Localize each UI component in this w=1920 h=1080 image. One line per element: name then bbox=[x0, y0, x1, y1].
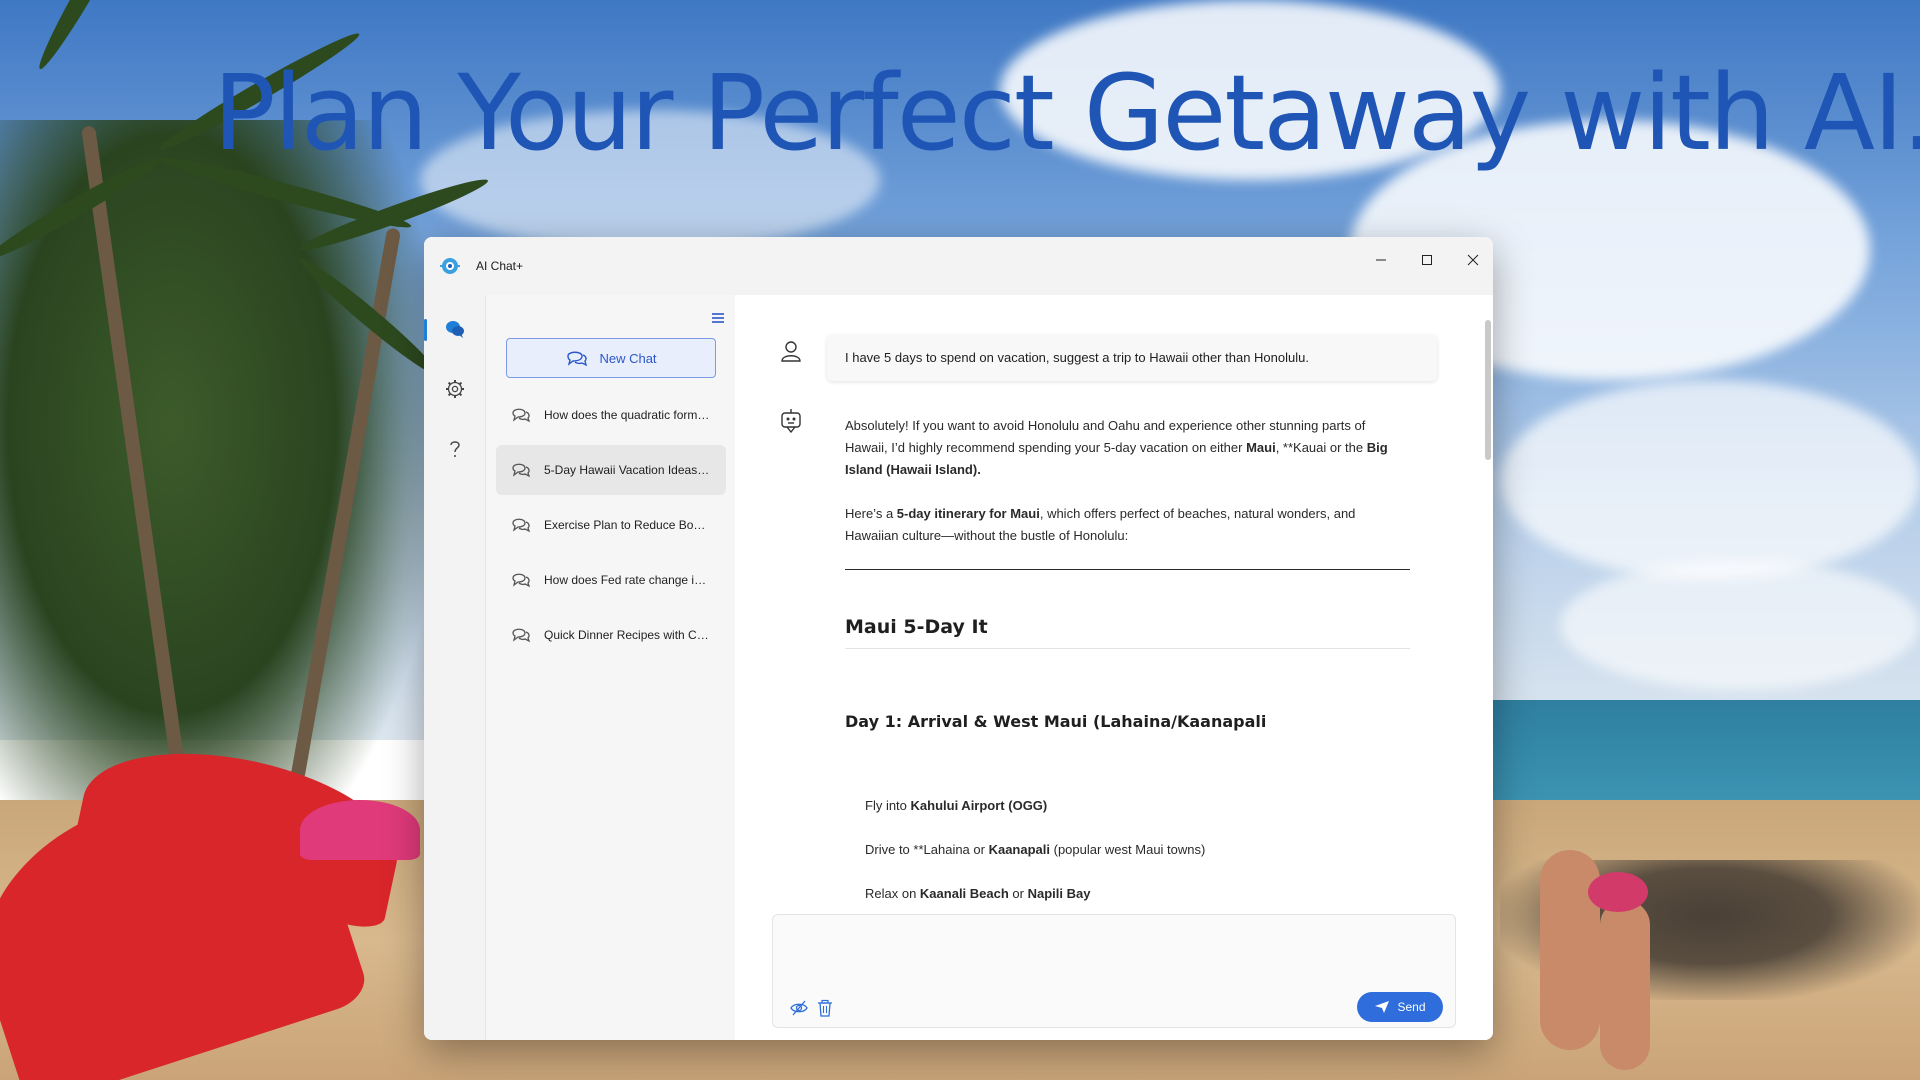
chat-icon bbox=[512, 463, 531, 478]
chat-list-item[interactable]: How does the quadratic formula work? bbox=[496, 390, 726, 440]
scrollbar-thumb[interactable] bbox=[1485, 320, 1491, 460]
user-avatar-icon bbox=[781, 341, 801, 362]
new-chat-icon bbox=[567, 351, 588, 367]
window-title: AI Chat+ bbox=[476, 259, 524, 273]
bot-paragraph: Here’s a 5-day itinerary for Maui, which… bbox=[845, 506, 1356, 543]
chat-title: Exercise Plan to Reduce Body Fat bbox=[544, 518, 712, 532]
close-icon bbox=[1467, 254, 1479, 266]
menu-icon[interactable] bbox=[709, 309, 727, 327]
chat-icon bbox=[512, 408, 531, 423]
list-item: Drive to **Lahaina or Kaanapali (popular… bbox=[865, 842, 1206, 857]
send-icon bbox=[1375, 1001, 1390, 1013]
chat-title: How does Fed rate change impact markets? bbox=[544, 573, 712, 587]
new-chat-button[interactable]: New Chat bbox=[506, 338, 716, 378]
chat-title: How does the quadratic formula work? bbox=[544, 408, 712, 422]
maximize-icon bbox=[1422, 255, 1432, 265]
minimize-icon bbox=[1376, 259, 1386, 261]
chat-bubbles-icon bbox=[445, 321, 464, 338]
send-label: Send bbox=[1397, 1000, 1426, 1014]
chat-list-item[interactable]: Exercise Plan to Reduce Body Fat bbox=[496, 500, 726, 550]
help-icon bbox=[449, 441, 460, 457]
rail-item-chats[interactable] bbox=[424, 307, 485, 351]
chat-icon bbox=[512, 628, 531, 643]
user-message: I have 5 days to spend on vacation, sugg… bbox=[827, 335, 1437, 381]
minimize-button[interactable] bbox=[1359, 245, 1403, 275]
rail-item-help[interactable] bbox=[424, 427, 485, 471]
message-input[interactable] bbox=[773, 915, 1455, 985]
chat-title: 5-Day Hawaii Vacation Ideas (Not Honolul… bbox=[544, 463, 712, 477]
new-chat-label: New Chat bbox=[599, 350, 657, 366]
chat-icon bbox=[512, 573, 531, 588]
message-composer: Send bbox=[772, 914, 1456, 1028]
chat-icon bbox=[512, 518, 531, 533]
list-item: Fly into Kahului Airport (OGG) bbox=[865, 798, 1048, 813]
trash-icon[interactable] bbox=[816, 999, 834, 1017]
bot-paragraph: Absolutely! If you want to avoid Honolul… bbox=[845, 418, 1388, 477]
day-heading: Day 1: Arrival & West Maui (Lahaina/Kaan… bbox=[845, 712, 1267, 731]
app-logo-icon bbox=[440, 258, 460, 274]
hero-headline: Plan Your Perfect Getaway with AI. bbox=[213, 52, 1920, 174]
gear-icon bbox=[445, 380, 464, 398]
chat-list-item[interactable]: Quick Dinner Recipes with Chicken bbox=[496, 610, 726, 660]
bot-avatar-icon bbox=[781, 409, 801, 434]
chat-title: Quick Dinner Recipes with Chicken bbox=[544, 628, 712, 642]
bot-response: Absolutely! If you want to avoid Honolul… bbox=[845, 415, 1410, 927]
chat-list-item-active[interactable]: 5-Day Hawaii Vacation Ideas (Not Honolul… bbox=[496, 445, 726, 495]
app-window: AI Chat+ New Chat How does the quadratic… bbox=[424, 237, 1493, 1040]
itinerary-heading: Maui 5-Day It bbox=[845, 616, 1410, 649]
conversation-panel: I have 5 days to spend on vacation, sugg… bbox=[735, 295, 1493, 1040]
send-button[interactable]: Send bbox=[1357, 992, 1443, 1022]
maximize-button[interactable] bbox=[1405, 245, 1449, 275]
title-bar[interactable]: AI Chat+ bbox=[424, 237, 1493, 295]
list-item: Relax on Kaanali Beach or Napili Bay bbox=[865, 886, 1091, 901]
hide-icon[interactable] bbox=[790, 999, 808, 1017]
chat-list-item[interactable]: How does Fed rate change impact markets? bbox=[496, 555, 726, 605]
active-indicator bbox=[424, 319, 427, 341]
nav-rail bbox=[424, 295, 485, 1040]
rail-item-settings[interactable] bbox=[424, 367, 485, 411]
close-button[interactable] bbox=[1451, 245, 1493, 275]
divider bbox=[845, 569, 1410, 570]
chat-list-panel: New Chat How does the quadratic formula … bbox=[485, 295, 735, 1040]
